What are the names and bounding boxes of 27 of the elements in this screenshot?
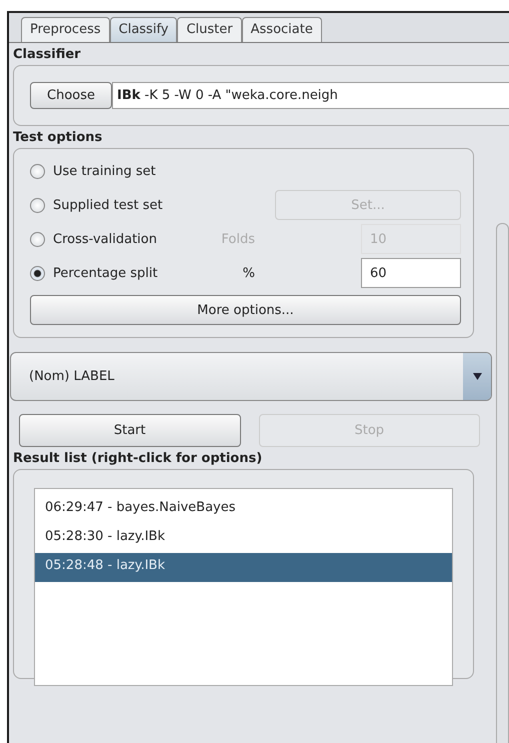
option-label: Cross-validation	[53, 232, 158, 246]
option-label: Supplied test set	[53, 198, 164, 212]
choose-button[interactable]: Choose	[30, 82, 112, 109]
start-button[interactable]: Start	[19, 414, 240, 447]
option-label: Percentage split	[53, 266, 159, 280]
section-title: Result list (right-click for options)	[13, 450, 264, 468]
section-title: Classifier	[13, 46, 82, 64]
field-label: Folds	[220, 232, 255, 246]
result-item[interactable]: 05:28:48 - lazy.IBk	[35, 553, 452, 582]
radio-button[interactable]	[30, 164, 45, 178]
option-label: Use training set	[53, 164, 157, 178]
tab[interactable]: Classify	[110, 17, 178, 42]
tab[interactable]: Associate	[242, 17, 322, 42]
class-dropdown[interactable]: (Nom) LABEL	[10, 352, 492, 401]
tab[interactable]: Preprocess	[21, 17, 110, 42]
radio-button[interactable]	[30, 198, 45, 212]
input-field[interactable]: 60	[361, 258, 461, 288]
radio-button[interactable]	[30, 266, 45, 280]
result-item[interactable]: 06:29:47 - bayes.NaiveBayes	[35, 495, 452, 524]
field-label: %	[242, 266, 255, 280]
dropdown-arrow-icon	[472, 373, 482, 380]
section-title: Test options	[13, 129, 104, 147]
more-options-button[interactable]: More options...	[30, 295, 461, 325]
classifier-field[interactable]: IBk -K 5 -W 0 -A "weka.core.neigh	[112, 82, 509, 109]
tab[interactable]: Cluster	[177, 17, 242, 42]
radio-button[interactable]	[30, 232, 45, 246]
result-item[interactable]: 05:28:30 - lazy.IBk	[35, 524, 452, 553]
